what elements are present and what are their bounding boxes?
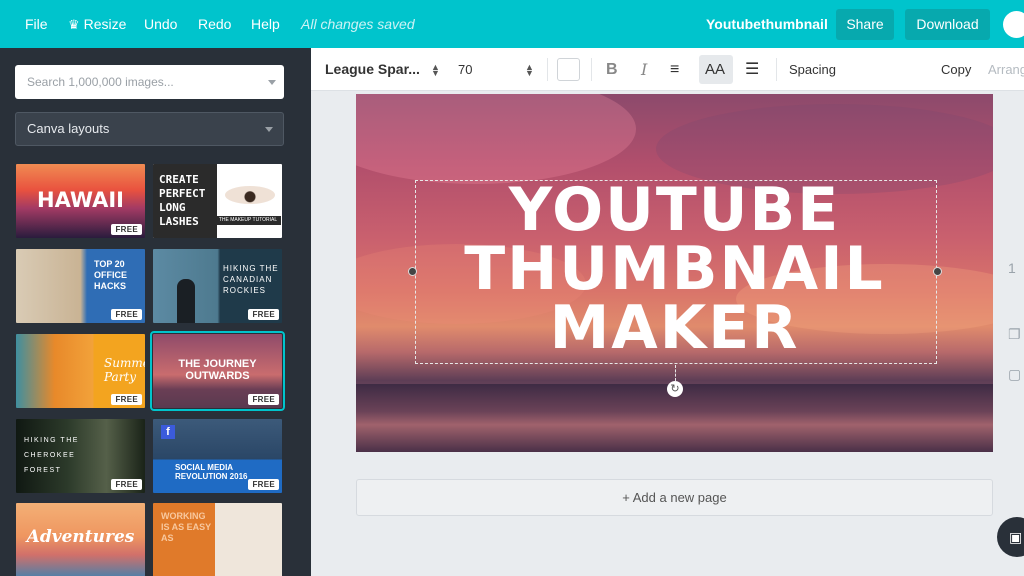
free-badge: FREE <box>111 394 142 405</box>
page-number-icon: 1 <box>1008 260 1016 276</box>
free-badge: FREE <box>111 479 142 490</box>
file-menu[interactable]: File <box>25 0 48 48</box>
help-menu[interactable]: Help <box>251 0 280 48</box>
layout-thumbnail-social[interactable]: f SOCIAL MEDIA REVOLUTION 2016 FREE <box>153 419 282 493</box>
hiker-icon <box>177 279 195 323</box>
facebook-icon: f <box>161 425 175 439</box>
resize-handle-right[interactable] <box>933 267 942 276</box>
free-badge: FREE <box>111 224 142 235</box>
rotate-icon[interactable]: ↻ <box>667 381 683 397</box>
thumbnail-title: WORKING IS AS EASY AS <box>161 511 212 543</box>
copy-button[interactable]: Copy <box>941 48 971 91</box>
thumbnail-title: Adventures <box>26 527 135 547</box>
font-family-stepper-icon[interactable]: ▲ ▼ <box>431 63 440 78</box>
layouts-select-value: Canva layouts <box>27 121 110 136</box>
italic-button[interactable]: I <box>641 48 647 91</box>
free-badge: FREE <box>111 309 142 320</box>
divider <box>776 58 777 81</box>
resize-label: Resize <box>83 16 127 32</box>
thumbnail-title: CREATE PERFECT LONG LASHES <box>159 173 206 228</box>
layout-thumbnail-summer[interactable]: Summer Party FREE <box>16 334 145 408</box>
layout-thumbnail-working[interactable]: WORKING IS AS EASY AS <box>153 503 282 576</box>
layout-thumbnail-office[interactable]: TOP 20 OFFICE HACKS FREE <box>16 249 145 323</box>
layouts-select[interactable]: Canva layouts <box>15 112 284 146</box>
sidebar: Canva layouts HAWAII FREE CREATE PERFECT… <box>0 48 311 576</box>
delete-page-icon[interactable]: ▢ <box>1008 366 1021 383</box>
font-size-select[interactable]: 70 <box>458 48 472 91</box>
rotate-connector <box>675 365 676 381</box>
thumbnail-title: HAWAII <box>37 188 124 212</box>
align-center-icon[interactable]: ≡ <box>670 48 679 91</box>
font-family-select[interactable]: League Spar... <box>325 48 420 91</box>
uppercase-button[interactable]: AA <box>705 48 725 91</box>
search-input[interactable] <box>15 65 255 99</box>
thumbnail-subtitle: THE MAKEUP TUTORIAL <box>215 216 281 225</box>
bold-button[interactable]: B <box>606 48 618 91</box>
thumbnail-title: TOP 20 OFFICE HACKS <box>94 259 127 291</box>
design-canvas[interactable]: YOUTUBE THUMBNAIL MAKER ↻ <box>356 94 993 452</box>
redo-button[interactable]: Redo <box>198 0 231 48</box>
format-toolbar: League Spar... ▲ ▼ 70 ▲ ▼ B I ≡ AA ☰ Spaci… <box>311 48 1024 91</box>
top-bar: File ♛ Resize Undo Redo Help All changes … <box>0 0 1024 48</box>
free-badge: FREE <box>248 394 279 405</box>
font-size-stepper-icon[interactable]: ▲ ▼ <box>525 63 534 78</box>
image-search <box>15 65 284 99</box>
layout-thumbnail-rockies[interactable]: HIKING THE CANADIAN ROCKIES FREE <box>153 249 282 323</box>
divider <box>591 58 592 81</box>
layout-thumbnail-cherokee[interactable]: HIKING THE CHEROKEE FOREST FREE <box>16 419 145 493</box>
arrange-button[interactable]: Arrang <box>988 48 1024 91</box>
thumbnail-title: HIKING THE CHEROKEE FOREST <box>24 437 79 474</box>
layout-thumbnail-lashes[interactable]: CREATE PERFECT LONG LASHES THE MAKEUP TU… <box>153 164 282 238</box>
avatar[interactable] <box>1003 11 1024 38</box>
crown-icon: ♛ <box>68 17 80 32</box>
download-button[interactable]: Download <box>905 9 990 40</box>
text-color-swatch[interactable] <box>557 58 580 81</box>
present-icon[interactable]: ▣ <box>997 517 1024 557</box>
free-badge: FREE <box>248 479 279 490</box>
thumbnail-title: Summer Party <box>104 356 145 384</box>
divider <box>547 58 548 81</box>
undo-button[interactable]: Undo <box>144 0 177 48</box>
copy-page-icon[interactable]: ❐ <box>1008 326 1021 343</box>
list-icon[interactable]: ☰ <box>745 48 759 91</box>
save-status: All changes saved <box>301 16 415 32</box>
text-selection-box[interactable] <box>415 180 937 364</box>
thumbnail-title: HIKING THE CANADIAN ROCKIES <box>223 264 279 295</box>
share-button[interactable]: Share <box>836 9 894 40</box>
cloud-shape <box>356 94 636 184</box>
layout-thumbnail-journey[interactable]: THE JOURNEY OUTWARDS FREE <box>150 331 285 411</box>
chevron-down-icon <box>265 127 273 132</box>
resize-handle-left[interactable] <box>408 267 417 276</box>
spacing-button[interactable]: Spacing <box>789 48 836 91</box>
eye-icon <box>225 186 275 204</box>
chevron-down-icon[interactable] <box>268 80 276 85</box>
thumbnail-title: THE JOURNEY OUTWARDS <box>178 358 257 382</box>
layout-thumbnail-adventures[interactable]: Adventures <box>16 503 145 576</box>
free-badge: FREE <box>248 309 279 320</box>
resize-menu[interactable]: ♛ Resize <box>68 0 126 48</box>
add-page-button[interactable]: + Add a new page <box>356 479 993 516</box>
layout-thumbnail-hawaii[interactable]: HAWAII FREE <box>16 164 145 238</box>
document-title[interactable]: Youtubethumbnail <box>706 0 828 48</box>
